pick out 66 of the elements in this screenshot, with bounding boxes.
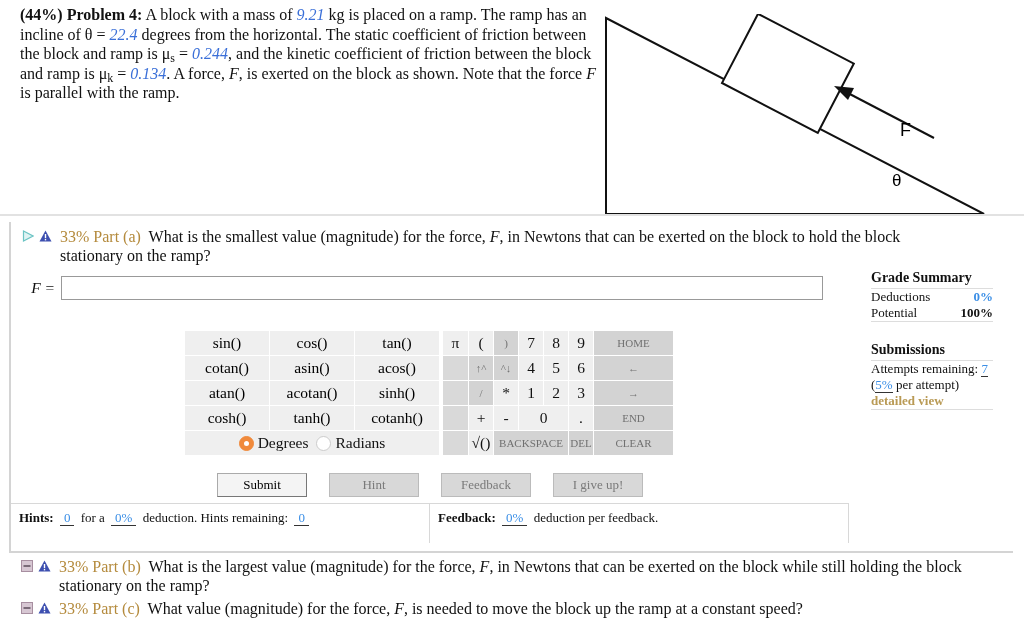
problem-text: (44%) Problem 4: A block with a mass of 9.21 kg is placed on a ramp. The ramp has an incline of θ = 22.4 degrees from the horizontal. The static coefficient of friction between the block and ramp is μ$_{s}$ = 0.244, and the kinetic coefficient of friction between the block and ramp is μ$_{k}$ = 0.134. A force, F, is exerted on the block as shown. Note that the force F is parallel with the ramp. <box>19 5 597 104</box>
count-link[interactable]: 5% <box>875 377 893 393</box>
keypad-key[interactable]: 0 <box>519 406 568 430</box>
blank-key <box>443 381 468 405</box>
keypad-key[interactable]: 6 <box>569 356 593 380</box>
function-key[interactable]: cosh() <box>185 406 269 430</box>
feedback-text: Feedback: 0% deduction per feedback. <box>429 504 849 543</box>
count-link[interactable]: 0% <box>111 510 137 526</box>
keypad-key[interactable]: + <box>469 406 493 430</box>
function-key[interactable]: acos() <box>355 356 439 380</box>
summary-label: Potential <box>871 305 918 321</box>
function-key[interactable]: asin() <box>270 356 354 380</box>
keypad-key[interactable]: 2 <box>544 381 568 405</box>
blank-key <box>443 406 468 430</box>
function-key[interactable]: sin() <box>185 331 269 355</box>
count-link[interactable]: 0 <box>294 510 309 526</box>
keypad-key[interactable]: ( <box>469 331 493 355</box>
function-key[interactable]: cos() <box>270 331 354 355</box>
count-link[interactable]: 0 <box>59 510 75 526</box>
answer-field[interactable] <box>61 276 823 300</box>
keypad-key[interactable]: 7 <box>519 331 543 355</box>
keypad-key[interactable]: . <box>569 406 593 430</box>
function-key[interactable]: tanh() <box>270 406 354 430</box>
part-question: 33% Part (a) What is the smallest value (magnitude) for the force, F, in Newtons that can be exerted on the block to hold the block stationary on the ramp? <box>60 227 902 265</box>
count-link[interactable]: 0% <box>502 510 528 526</box>
function-key[interactable]: acotan() <box>270 381 354 405</box>
summary-label: Deductions <box>871 289 931 305</box>
part-question: 33% Part (b) What is the largest value (magnitude) for the force, F, in Newtons that can be exerted on the block while still holding the block stationary on the ramp? <box>59 557 963 595</box>
part-question: 33% Part (c) What value (magnitude) for the force, F, is needed to move the block up the ramp at a constant speed? <box>59 599 803 618</box>
expand-arrow-icon[interactable] <box>22 230 34 242</box>
keypad-key[interactable]: π <box>443 331 468 355</box>
function-key[interactable]: cotanh() <box>355 406 439 430</box>
function-key[interactable]: atan() <box>185 381 269 405</box>
radio-button[interactable] <box>316 435 332 451</box>
hints-text: Hints: 0 for a 0% deduction. Hints remaining: 0 <box>11 504 429 543</box>
collapse-icon[interactable] <box>21 560 33 572</box>
attempts-text: Attempts remaining: 7 (5% per attempt) <box>871 361 989 393</box>
keypad-key[interactable]: 4 <box>519 356 543 380</box>
keypad-key[interactable]: * <box>494 381 518 405</box>
keypad-key[interactable]: 8 <box>544 331 568 355</box>
answer-label: F = <box>30 278 56 299</box>
keypad-key[interactable]: - <box>494 406 518 430</box>
keypad-key[interactable]: √() <box>469 431 493 455</box>
function-key[interactable]: cotan() <box>185 356 269 380</box>
radio-label[interactable]: Degrees <box>257 431 309 455</box>
angle-label: θ <box>892 171 902 190</box>
keypad-key[interactable]: 1 <box>519 381 543 405</box>
keypad-key[interactable]: 5 <box>544 356 568 380</box>
radio-button[interactable] <box>238 435 254 451</box>
blank-key <box>443 431 468 455</box>
summary-title: Grade Summary <box>871 267 993 289</box>
warning-icon <box>38 602 51 614</box>
summary-value: 0% <box>973 289 993 305</box>
keypad-key[interactable]: 9 <box>569 331 593 355</box>
function-key[interactable]: sinh() <box>355 381 439 405</box>
function-key[interactable]: tan() <box>355 331 439 355</box>
blank-key <box>443 356 468 380</box>
force-label: F <box>900 120 911 140</box>
warning-icon <box>38 560 51 572</box>
submissions-title: Submissions <box>871 339 993 361</box>
action-button[interactable]: Submit <box>217 473 307 497</box>
warning-icon <box>39 230 52 242</box>
collapse-icon[interactable] <box>21 602 33 614</box>
radio-label[interactable]: Radians <box>335 431 386 455</box>
summary-value: 100% <box>960 305 993 321</box>
keypad-key[interactable]: 3 <box>569 381 593 405</box>
